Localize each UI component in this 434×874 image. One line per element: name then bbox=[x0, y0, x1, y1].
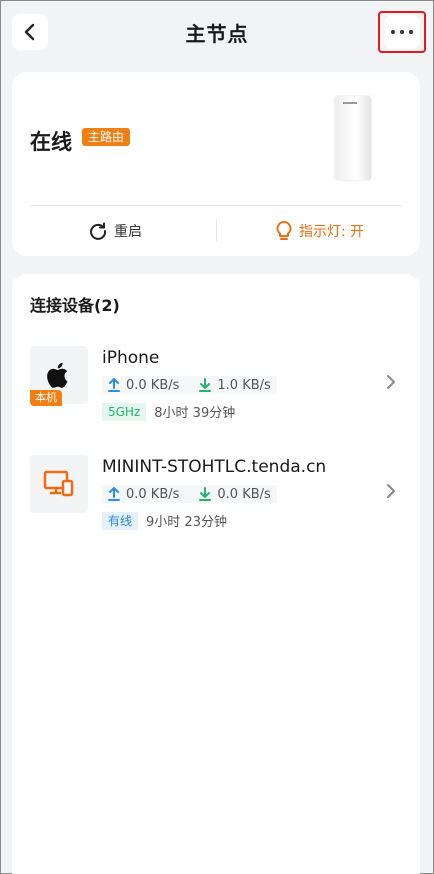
more-options-highlight[interactable] bbox=[378, 11, 426, 53]
more-button[interactable] bbox=[384, 15, 420, 49]
upload-icon bbox=[108, 487, 120, 501]
device-meta: 有线 9小时 23分钟 bbox=[102, 511, 227, 530]
divider bbox=[216, 219, 217, 241]
local-device-tag: 本机 bbox=[30, 390, 62, 406]
page-title: 主节点 bbox=[185, 22, 249, 46]
restart-label: 重启 bbox=[114, 224, 142, 240]
upload-icon bbox=[108, 378, 120, 392]
node-status-card: 在线 主路由 重启 指示灯: 开 bbox=[12, 72, 420, 256]
computer-icon bbox=[43, 470, 74, 497]
band-badge: 5GHz bbox=[102, 402, 147, 421]
more-dots-icon bbox=[391, 30, 413, 34]
top-bar: 主节点 bbox=[0, 0, 434, 64]
speed-row: 0.0 KB/s 0.0 KB/s bbox=[102, 485, 277, 503]
device-row-minint[interactable]: MININT-STOHTLC.tenda.cn 0.0 KB/s 0.0 KB/… bbox=[12, 455, 420, 551]
download-speed: 0.0 KB/s bbox=[217, 486, 271, 502]
main-router-badge: 主路由 bbox=[82, 128, 131, 146]
router-image bbox=[335, 96, 371, 180]
device-name: iPhone bbox=[102, 348, 160, 368]
download-speed: 1.0 KB/s bbox=[217, 377, 271, 393]
lightbulb-icon bbox=[276, 221, 292, 240]
device-icon-box bbox=[30, 455, 88, 513]
connected-devices-card: 连接设备(2) 本机 iPhone 0.0 KB/s 1.0 KB/s 5GHz… bbox=[12, 274, 420, 874]
upload-speed: 0.0 KB/s bbox=[126, 486, 180, 502]
chevron-right-icon bbox=[387, 375, 395, 389]
chevron-right-icon bbox=[387, 484, 395, 498]
indicator-light-label: 指示灯: 开 bbox=[299, 224, 365, 240]
download-icon bbox=[199, 378, 212, 392]
connected-devices-title: 连接设备(2) bbox=[30, 296, 120, 315]
download-icon bbox=[199, 487, 212, 501]
indicator-light-toggle[interactable]: 指示灯: 开 bbox=[275, 220, 364, 242]
restart-icon bbox=[90, 222, 107, 240]
router-logo bbox=[343, 102, 357, 104]
restart-button[interactable]: 重启 bbox=[88, 220, 142, 242]
device-meta: 5GHz 8小时 39分钟 bbox=[102, 402, 235, 421]
online-status: 在线 bbox=[30, 130, 72, 154]
device-name: MININT-STOHTLC.tenda.cn bbox=[102, 457, 327, 477]
online-duration: 8小时 39分钟 bbox=[154, 406, 236, 421]
speed-row: 0.0 KB/s 1.0 KB/s bbox=[102, 376, 277, 394]
online-duration: 9小时 23分钟 bbox=[146, 515, 227, 530]
connection-type-badge: 有线 bbox=[102, 511, 139, 530]
apple-icon bbox=[47, 362, 68, 388]
upload-speed: 0.0 KB/s bbox=[126, 377, 180, 393]
divider bbox=[30, 205, 402, 206]
device-row-iphone[interactable]: 本机 iPhone 0.0 KB/s 1.0 KB/s 5GHz 8小时 39分… bbox=[12, 346, 420, 442]
